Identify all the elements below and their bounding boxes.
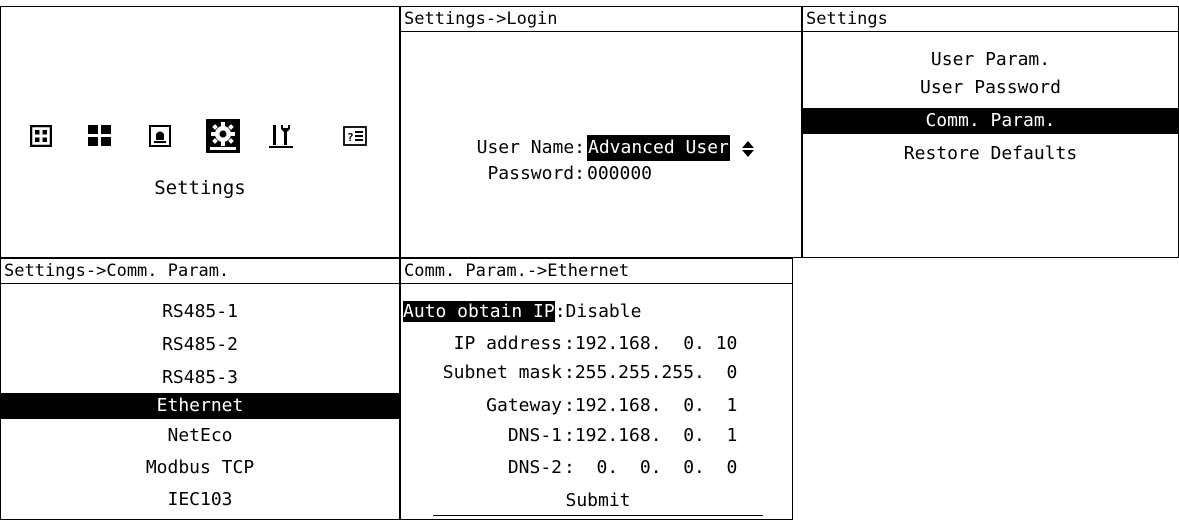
settings-header: Settings bbox=[803, 7, 1178, 32]
gateway-value: :192.168. 0. 1 bbox=[564, 395, 738, 416]
dns2-row[interactable]: DNS-2 : 0. 0. 0. 0 bbox=[401, 455, 792, 481]
up-down-arrow-icon[interactable] bbox=[741, 140, 755, 158]
submit-label: Submit bbox=[565, 490, 631, 511]
alarm-bell-icon[interactable] bbox=[149, 125, 171, 147]
comm-param-header: Settings->Comm. Param. bbox=[1, 259, 399, 284]
settings-gear-icon[interactable] bbox=[206, 119, 240, 153]
login-header: Settings->Login bbox=[401, 7, 801, 32]
blocks-icon[interactable] bbox=[88, 125, 112, 147]
settings-item-comm-param[interactable]: Comm. Param. bbox=[803, 108, 1178, 134]
auto-ip-label: Auto obtain IP bbox=[403, 301, 555, 322]
grid-icon[interactable] bbox=[30, 125, 52, 147]
settings-item-user-password[interactable]: User Password bbox=[803, 75, 1178, 101]
comm-param-screen: Settings->Comm. Param. RS485-1 RS485-2 R… bbox=[0, 258, 400, 520]
menu-caption: Settings bbox=[154, 177, 246, 199]
dns1-label: DNS-1 bbox=[507, 425, 562, 446]
auto-ip-value: :Disable bbox=[554, 301, 642, 322]
ethernet-screen: Comm. Param.->Ethernet Auto obtain IP:Di… bbox=[400, 258, 793, 520]
password-label: Password: bbox=[487, 163, 585, 184]
comm-item-rs485-2[interactable]: RS485-2 bbox=[1, 332, 399, 358]
login-screen: Settings->Login User Name: Advanced User… bbox=[400, 6, 802, 258]
settings-item-user-param[interactable]: User Param. bbox=[803, 47, 1178, 73]
subnet-mask-label: Subnet mask bbox=[442, 362, 562, 383]
ethernet-header: Comm. Param.->Ethernet bbox=[401, 259, 792, 284]
gateway-label: Gateway bbox=[486, 395, 562, 416]
user-name-value[interactable]: Advanced User bbox=[587, 135, 755, 161]
comm-item-modbus-tcp[interactable]: Modbus TCP bbox=[1, 455, 399, 481]
auto-ip-row[interactable]: Auto obtain IP:Disable bbox=[403, 299, 641, 325]
tools-icon[interactable] bbox=[269, 123, 295, 149]
svg-text:?: ? bbox=[347, 131, 354, 144]
menu-icon-row: ? bbox=[1, 119, 399, 159]
user-name-label: User Name: bbox=[476, 137, 585, 158]
subnet-mask-value: :255.255.255. 0 bbox=[564, 362, 738, 383]
user-name-selected-value: Advanced User bbox=[587, 135, 730, 161]
subnet-mask-row[interactable]: Subnet mask :255.255.255. 0 bbox=[401, 360, 792, 386]
comm-item-rs485-1[interactable]: RS485-1 bbox=[1, 299, 399, 325]
comm-item-iec103[interactable]: IEC103 bbox=[1, 487, 399, 513]
gateway-row[interactable]: Gateway :192.168. 0. 1 bbox=[401, 393, 792, 419]
comm-item-rs485-3[interactable]: RS485-3 bbox=[1, 365, 399, 391]
comm-item-ethernet[interactable]: Ethernet bbox=[1, 393, 399, 419]
settings-menu-screen: Settings User Param. User Password Comm.… bbox=[802, 6, 1179, 258]
ip-address-row[interactable]: IP address :192.168. 0. 10 bbox=[401, 331, 792, 357]
comm-item-neteco[interactable]: NetEco bbox=[1, 423, 399, 449]
submit-button[interactable]: Submit bbox=[433, 489, 763, 516]
ip-address-value: :192.168. 0. 10 bbox=[564, 333, 738, 354]
settings-item-restore-defaults[interactable]: Restore Defaults bbox=[803, 141, 1178, 167]
dns2-value: : 0. 0. 0. 0 bbox=[564, 457, 738, 478]
password-field[interactable]: 000000 bbox=[587, 161, 652, 187]
main-menu-screen: ? Settings bbox=[0, 6, 400, 258]
help-info-icon[interactable]: ? bbox=[343, 126, 367, 146]
ip-address-label: IP address bbox=[453, 333, 562, 354]
dns1-row[interactable]: DNS-1 :192.168. 0. 1 bbox=[401, 423, 792, 449]
dns2-label: DNS-2 bbox=[507, 457, 562, 478]
dns1-value: :192.168. 0. 1 bbox=[564, 425, 738, 446]
